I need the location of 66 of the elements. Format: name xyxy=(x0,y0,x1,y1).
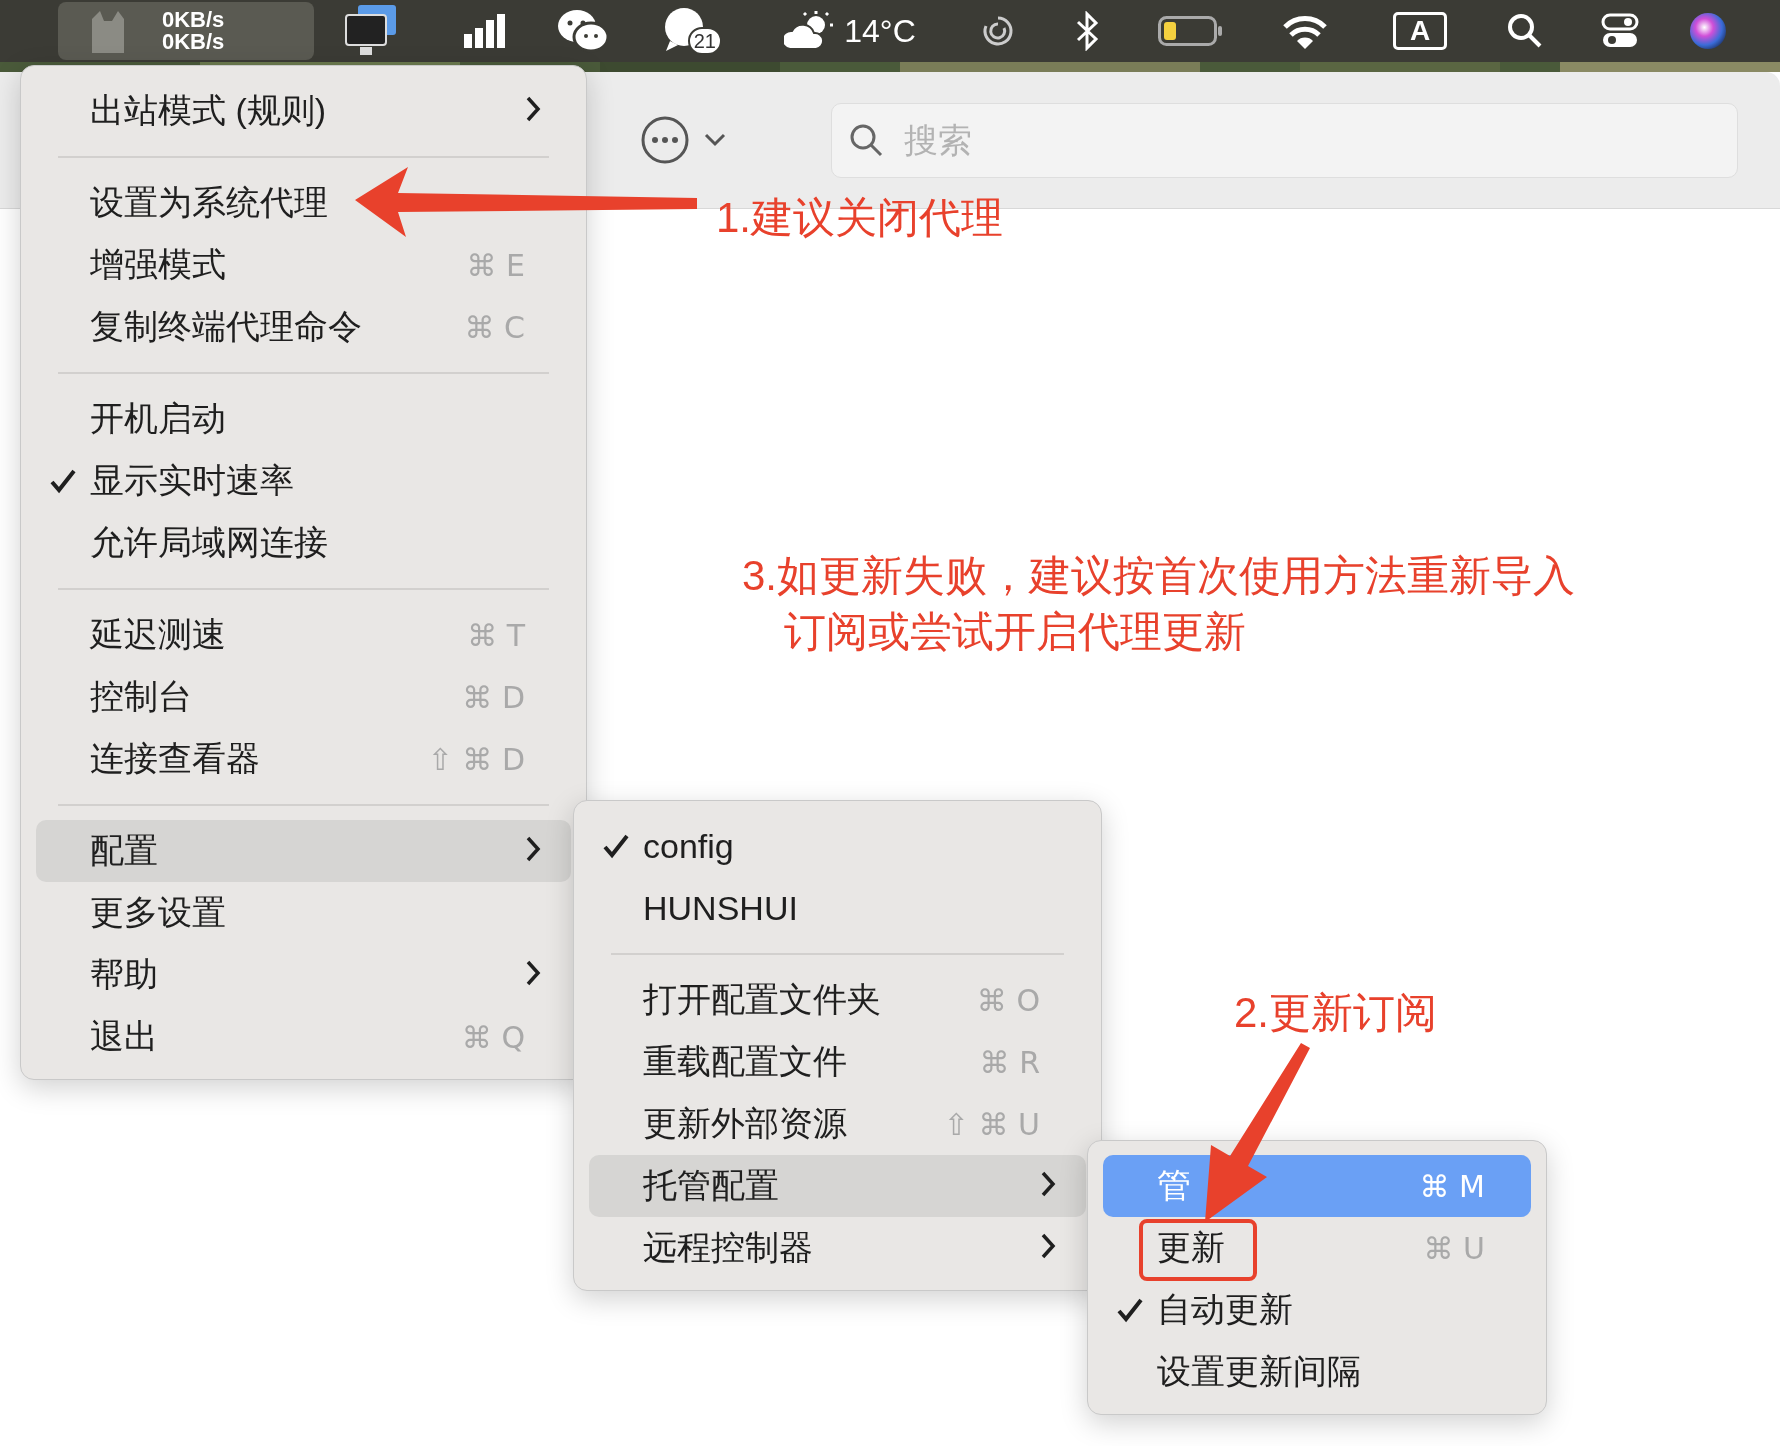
menu-item[interactable]: 允许局域网连接 xyxy=(36,512,571,574)
menu-item[interactable]: config xyxy=(589,815,1086,877)
toggles-icon[interactable] xyxy=(1601,13,1639,49)
shortcut-label: ⌘ T xyxy=(467,617,525,653)
shortcut-label: ⌘ U xyxy=(1423,1230,1485,1266)
chevron-right-icon xyxy=(525,94,541,123)
menu-item[interactable]: 更多设置 xyxy=(36,882,571,944)
menu-item[interactable]: 增强模式 ⌘ E xyxy=(36,234,571,296)
menu-item[interactable]: 连接查看器 ⇧ ⌘ D xyxy=(36,728,571,790)
input-source-button[interactable]: A xyxy=(1393,12,1447,50)
menu-item[interactable]: 设置为系统代理 xyxy=(36,172,571,234)
search-field[interactable]: 搜索 xyxy=(831,102,1738,178)
more-options-icon[interactable] xyxy=(640,115,690,165)
menu-item[interactable]: 退出 ⌘ Q xyxy=(36,1006,571,1068)
orb-icon[interactable] xyxy=(1689,12,1727,50)
annotation-text: 3.如更新失败，建议按首次使用方法重新导入 订阅或尝试开启代理更新 xyxy=(742,551,1576,657)
chevron-right-icon xyxy=(1040,1169,1056,1198)
menu-item[interactable]: HUNSHUI xyxy=(589,877,1086,939)
menu-item[interactable]: 托管配置 xyxy=(589,1155,1086,1217)
wifi-icon[interactable] xyxy=(1282,13,1328,49)
menu-item[interactable]: 设置更新间隔 xyxy=(1103,1341,1531,1403)
shortcut-label: ⌘ E xyxy=(466,247,525,283)
menu-item[interactable]: 复制终端代理命令 ⌘ C xyxy=(36,296,571,358)
chevron-right-icon xyxy=(525,958,541,987)
checkmark-icon xyxy=(603,833,629,859)
signal-bars-icon[interactable] xyxy=(464,14,506,48)
menu-item[interactable]: 更新外部资源 ⇧ ⌘ U xyxy=(589,1093,1086,1155)
menu-item[interactable]: 配置 xyxy=(36,820,571,882)
shortcut-label: ⇧ ⌘ D xyxy=(427,741,525,777)
shortcut-label: ⇧ ⌘ U xyxy=(943,1106,1040,1142)
chevron-down-icon[interactable] xyxy=(704,133,726,147)
speed-label: 0KB/s xyxy=(162,31,225,53)
checkmark-icon xyxy=(50,468,76,494)
menu-item[interactable]: 开机启动 xyxy=(36,388,571,450)
shortcut-label: ⌘ C xyxy=(464,309,525,345)
chevron-right-icon xyxy=(1040,1231,1056,1260)
speed-label: 0KB/s xyxy=(162,9,225,31)
shortcut-label: ⌘ M xyxy=(1419,1168,1485,1204)
swirl-icon[interactable] xyxy=(980,14,1015,48)
temperature-label: 14°C xyxy=(844,12,916,50)
shortcut-label: ⌘ Q xyxy=(461,1019,525,1055)
menu-item[interactable]: 重载配置文件 ⌘ R xyxy=(589,1031,1086,1093)
menu-item[interactable]: 延迟测速 ⌘ T xyxy=(36,604,571,666)
search-icon xyxy=(849,122,883,157)
menu-item[interactable]: 更新 ⌘ U xyxy=(1103,1217,1531,1279)
annotation-text: 1.建议关闭代理 xyxy=(716,193,1004,243)
annotation-text: 2.更新订阅 xyxy=(1234,988,1438,1038)
shortcut-label: ⌘ D xyxy=(462,679,525,715)
bluetooth-icon[interactable] xyxy=(1075,11,1101,51)
battery-icon[interactable] xyxy=(1158,16,1222,46)
menu-item[interactable]: 远程控制器 xyxy=(589,1217,1086,1279)
menu-item[interactable]: 打开配置文件夹 ⌘ O xyxy=(589,969,1086,1031)
menu-item[interactable]: 帮助 xyxy=(36,944,571,1006)
menu-item[interactable]: 自动更新 xyxy=(1103,1279,1531,1341)
search-icon[interactable] xyxy=(1507,13,1543,49)
menu-item[interactable]: 控制台 ⌘ D xyxy=(36,666,571,728)
chat-bubbles-icon[interactable] xyxy=(557,9,609,53)
checkmark-icon xyxy=(1117,1297,1143,1323)
menu-item[interactable]: 显示实时速率 xyxy=(36,450,571,512)
notification-badge: 21 xyxy=(687,27,722,55)
chevron-right-icon xyxy=(525,834,541,863)
menu-bar-app[interactable]: 0KB/s 0KB/s xyxy=(58,2,314,60)
monitor-icon[interactable] xyxy=(344,5,398,57)
shortcut-label: ⌘ R xyxy=(979,1044,1040,1080)
shortcut-label: ⌘ O xyxy=(976,982,1040,1018)
menu-item[interactable]: 出站模式 (规则) xyxy=(36,80,571,142)
